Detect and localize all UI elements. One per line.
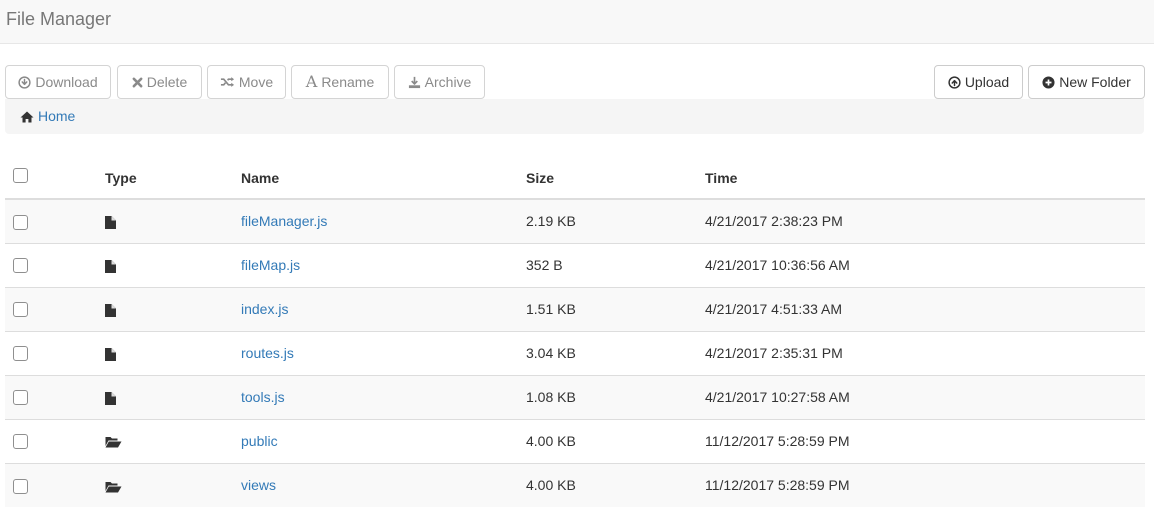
- row-checkbox[interactable]: [13, 214, 28, 230]
- row-time-cell: 4/21/2017 10:36:56 AM: [697, 242, 1145, 287]
- archive-button[interactable]: Archive: [394, 65, 485, 99]
- file-name-link[interactable]: tools.js: [241, 389, 285, 405]
- row-size-cell: 4.00 KB: [518, 462, 697, 507]
- row-name-cell: routes.js: [233, 330, 518, 375]
- file-name-link[interactable]: fileManager.js: [241, 213, 327, 229]
- upload-circle-icon: [948, 75, 961, 89]
- upload-button-label: Upload: [964, 74, 1010, 90]
- download-circle-icon: [18, 75, 31, 89]
- file-icon: [105, 303, 116, 317]
- app-title: File Manager: [6, 9, 112, 29]
- table-row[interactable]: tools.js 1.08 KB 4/21/2017 10:27:58 AM: [5, 374, 1145, 419]
- row-type-cell: [97, 242, 233, 287]
- row-checkbox[interactable]: [13, 434, 28, 450]
- row-name-cell: tools.js: [233, 374, 518, 419]
- row-type-cell: [97, 418, 233, 463]
- file-name-link[interactable]: fileMap.js: [241, 257, 300, 273]
- row-time-cell: 11/12/2017 5:28:59 PM: [697, 462, 1145, 507]
- row-checkbox[interactable]: [13, 390, 28, 406]
- row-time-cell: 11/12/2017 5:28:59 PM: [697, 418, 1145, 463]
- file-icon: [105, 391, 116, 405]
- row-size-cell: 3.04 KB: [518, 330, 697, 375]
- folder-name-link[interactable]: public: [241, 433, 278, 449]
- upload-button[interactable]: Upload: [934, 65, 1023, 99]
- row-checkbox[interactable]: [13, 478, 28, 494]
- archive-button-label: Archive: [424, 74, 472, 90]
- row-name-cell: index.js: [233, 286, 518, 331]
- rename-button-label: Rename: [321, 74, 375, 90]
- file-table: Type Name Size Time fileManager.js 2.19 …: [5, 158, 1145, 507]
- breadcrumb: Home: [5, 99, 1144, 134]
- table-row[interactable]: fileMap.js 352 B 4/21/2017 10:36:56 AM: [5, 242, 1145, 287]
- row-time-cell: 4/21/2017 10:27:58 AM: [697, 374, 1145, 419]
- table-header-row: Type Name Size Time: [5, 158, 1145, 200]
- select-all-checkbox[interactable]: [13, 168, 28, 184]
- file-icon: [105, 347, 116, 361]
- row-type-cell: [97, 462, 233, 507]
- folder-open-icon: [105, 437, 122, 448]
- delete-button[interactable]: Delete: [117, 65, 202, 99]
- table-row[interactable]: views 4.00 KB 11/12/2017 5:28:59 PM: [5, 462, 1145, 507]
- new-folder-button[interactable]: New Folder: [1028, 65, 1145, 99]
- row-checkbox[interactable]: [13, 302, 28, 318]
- file-icon: [105, 216, 116, 230]
- toolbar: Download Delete Move A Rename Archive Up…: [0, 65, 1154, 99]
- folder-name-link[interactable]: views: [241, 477, 276, 493]
- row-select-cell: [5, 286, 97, 331]
- column-header-name[interactable]: Name: [233, 158, 518, 200]
- row-select-cell: [5, 242, 97, 287]
- row-time-cell: 4/21/2017 4:51:33 AM: [697, 286, 1145, 331]
- row-type-cell: [97, 286, 233, 331]
- row-checkbox[interactable]: [13, 346, 28, 362]
- file-icon: [105, 259, 116, 273]
- row-select-cell: [5, 330, 97, 375]
- top-navbar: File Manager: [0, 0, 1154, 44]
- move-button-label: Move: [238, 74, 274, 90]
- row-time-cell: 4/21/2017 2:38:23 PM: [697, 198, 1145, 243]
- rename-button[interactable]: A Rename: [291, 65, 389, 99]
- new-folder-button-label: New Folder: [1059, 74, 1131, 90]
- row-type-cell: [97, 198, 233, 243]
- close-icon: [132, 77, 143, 87]
- row-select-cell: [5, 198, 97, 243]
- column-header-time[interactable]: Time: [697, 158, 1145, 200]
- file-name-link[interactable]: routes.js: [241, 345, 294, 361]
- download-button-label: Download: [35, 74, 98, 90]
- font-icon: A: [305, 72, 318, 91]
- row-size-cell: 1.08 KB: [518, 374, 697, 419]
- row-name-cell: public: [233, 418, 518, 463]
- download-button[interactable]: Download: [5, 65, 111, 99]
- column-header-size[interactable]: Size: [518, 158, 697, 200]
- table-row[interactable]: public 4.00 KB 11/12/2017 5:28:59 PM: [5, 418, 1145, 463]
- row-type-cell: [97, 374, 233, 419]
- row-select-cell: [5, 418, 97, 463]
- row-size-cell: 352 B: [518, 242, 697, 287]
- select-all-cell: [5, 158, 97, 200]
- row-time-cell: 4/21/2017 2:35:31 PM: [697, 330, 1145, 375]
- random-icon: [220, 77, 234, 87]
- breadcrumb-home[interactable]: Home: [20, 108, 75, 125]
- file-name-link[interactable]: index.js: [241, 301, 288, 317]
- table-row[interactable]: index.js 1.51 KB 4/21/2017 4:51:33 AM: [5, 286, 1145, 331]
- download-alt-icon: [408, 76, 420, 88]
- row-name-cell: views: [233, 462, 518, 507]
- table-row[interactable]: fileManager.js 2.19 KB 4/21/2017 2:38:23…: [5, 198, 1145, 243]
- row-checkbox[interactable]: [13, 258, 28, 274]
- row-name-cell: fileMap.js: [233, 242, 518, 287]
- table-row[interactable]: routes.js 3.04 KB 4/21/2017 2:35:31 PM: [5, 330, 1145, 375]
- breadcrumb-home-label: Home: [38, 108, 76, 124]
- row-size-cell: 4.00 KB: [518, 418, 697, 463]
- row-name-cell: fileManager.js: [233, 198, 518, 243]
- row-select-cell: [5, 462, 97, 507]
- row-size-cell: 2.19 KB: [518, 198, 697, 243]
- plus-circle-icon: [1042, 75, 1055, 89]
- row-select-cell: [5, 374, 97, 419]
- folder-open-icon: [105, 481, 122, 493]
- home-icon: [20, 111, 34, 122]
- row-type-cell: [97, 330, 233, 375]
- delete-button-label: Delete: [146, 74, 188, 90]
- move-button[interactable]: Move: [207, 65, 286, 99]
- column-header-type[interactable]: Type: [97, 158, 233, 200]
- row-size-cell: 1.51 KB: [518, 286, 697, 331]
